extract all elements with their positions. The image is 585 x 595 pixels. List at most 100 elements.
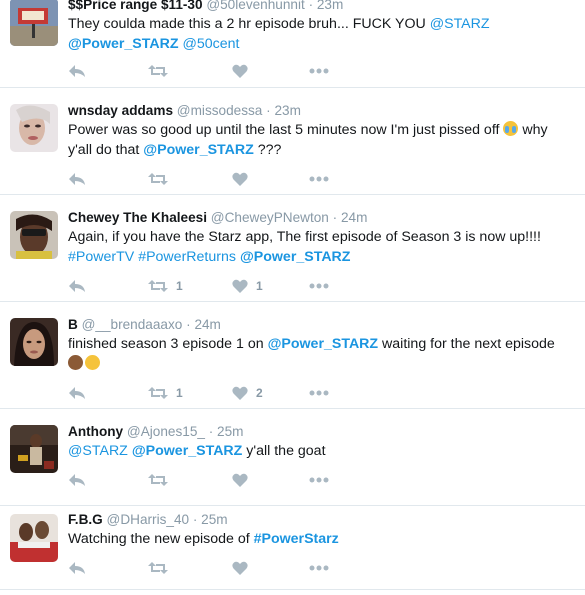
tweet-timestamp[interactable]: 25m: [217, 424, 243, 439]
retweet-icon: [148, 65, 168, 77]
hashtag-link[interactable]: #PowerReturns: [138, 249, 236, 265]
user-handle[interactable]: @missodessa: [177, 103, 263, 118]
mention-link[interactable]: @STARZ: [430, 16, 490, 32]
reply-button[interactable]: [68, 62, 86, 80]
tweet-text-segment: y'all do that: [68, 141, 144, 158]
hashtag-link[interactable]: #PowerStarz: [254, 531, 339, 547]
tweet-timestamp[interactable]: 23m: [274, 103, 300, 118]
avatar-image: [10, 0, 58, 46]
more-button[interactable]: [309, 62, 329, 80]
mention-link[interactable]: @Power_STARZ: [143, 142, 254, 158]
like-button[interactable]: [232, 62, 256, 80]
retweet-icon: [148, 387, 168, 399]
more-button[interactable]: [309, 384, 329, 402]
reply-button[interactable]: [68, 384, 86, 402]
tweet-item[interactable]: Chewey The Khaleesi @CheweyPNewton · 24m…: [0, 195, 585, 302]
tweet-item[interactable]: wnsday addams @missodessa · 23m Power wa…: [0, 88, 585, 195]
display-name[interactable]: Anthony: [68, 424, 123, 439]
display-name[interactable]: Chewey The Khaleesi: [68, 210, 207, 225]
avatar-image: [10, 104, 58, 152]
tweet-timestamp[interactable]: 24m: [341, 210, 367, 225]
tweet-text: Watching the new episode of #PowerStarz: [68, 530, 579, 550]
tweet-actions: 1 2: [68, 384, 368, 402]
more-button[interactable]: [309, 277, 329, 295]
display-name[interactable]: wnsday addams: [68, 103, 173, 118]
tweet-item[interactable]: $$Price range $11-30 @50levenhunnit · 23…: [0, 0, 585, 88]
like-button[interactable]: 2: [232, 384, 263, 402]
tweet-item[interactable]: B @__brendaaaxo · 24m finished season 3 …: [0, 302, 585, 409]
like-button[interactable]: [232, 170, 256, 188]
reply-button[interactable]: [68, 559, 86, 577]
mention-link[interactable]: @Power_STARZ: [240, 249, 351, 265]
retweet-icon: [148, 562, 168, 574]
retweet-button[interactable]: [148, 471, 176, 489]
heart-icon: [232, 473, 248, 487]
like-button[interactable]: [232, 559, 256, 577]
retweet-icon: [148, 173, 168, 185]
avatar-image: [10, 514, 58, 562]
separator-dot: ·: [192, 512, 198, 527]
tweet-timestamp[interactable]: 25m: [201, 512, 227, 527]
tweet-item[interactable]: Anthony @Ajones15_ · 25m @STARZ @Power_S…: [0, 409, 585, 506]
mention-link[interactable]: @Power_STARZ: [68, 36, 179, 52]
separator-dot: ·: [266, 103, 271, 118]
mention-link[interactable]: @50cent: [183, 36, 240, 52]
more-icon: [309, 283, 329, 289]
reply-button[interactable]: [68, 170, 86, 188]
retweet-icon: [148, 474, 168, 486]
reply-button[interactable]: [68, 277, 86, 295]
retweet-button[interactable]: 1: [148, 384, 183, 402]
crying-face-emoji: [503, 121, 519, 136]
tweet-text: Power was so good up until the last 5 mi…: [68, 121, 579, 160]
mention-link[interactable]: @Power_STARZ: [268, 336, 379, 352]
display-name[interactable]: $$Price range $11-30: [68, 0, 203, 12]
more-button[interactable]: [309, 559, 329, 577]
tweet-actions: [68, 471, 368, 489]
avatar[interactable]: [10, 425, 58, 473]
like-button[interactable]: [232, 471, 256, 489]
tweet-text: Again, if you have the Starz app, The fi…: [68, 228, 579, 267]
avatar[interactable]: [10, 318, 58, 366]
mention-link[interactable]: @STARZ: [68, 443, 128, 459]
user-handle[interactable]: @Ajones15_: [127, 424, 205, 439]
separator-dot: ·: [332, 210, 338, 225]
tweet-actions: [68, 62, 368, 80]
retweet-button[interactable]: [148, 559, 176, 577]
tweet-timestamp[interactable]: 24m: [194, 317, 220, 332]
avatar-image: [10, 318, 58, 366]
reply-button[interactable]: [68, 471, 86, 489]
more-icon: [309, 176, 329, 182]
avatar[interactable]: [10, 104, 58, 152]
heart-icon: [232, 64, 248, 78]
retweet-count: 1: [176, 386, 183, 400]
like-count: 2: [256, 386, 263, 400]
retweet-button[interactable]: [148, 170, 176, 188]
retweet-count: 1: [176, 279, 183, 293]
user-handle[interactable]: @DHarris_40: [107, 512, 190, 527]
display-name[interactable]: F.B.G: [68, 512, 103, 527]
display-name[interactable]: B: [68, 317, 78, 332]
tweet-timestamp[interactable]: 23m: [317, 0, 343, 12]
tweet-actions: 1 1: [68, 277, 368, 295]
reply-icon: [69, 173, 85, 185]
avatar[interactable]: [10, 211, 58, 259]
fist-emoji: [68, 354, 83, 370]
tweet-item[interactable]: F.B.G @DHarris_40 · 25m Watching the new…: [0, 506, 585, 590]
user-handle[interactable]: @__brendaaaxo: [82, 317, 183, 332]
tweet-text-segment: They coulda made this a 2 hr episode bru…: [68, 16, 430, 32]
like-button[interactable]: 1: [232, 277, 263, 295]
more-button[interactable]: [309, 170, 329, 188]
user-handle[interactable]: @CheweyPNewton: [211, 210, 329, 225]
more-icon: [309, 68, 329, 74]
tweet-actions: [68, 170, 368, 188]
user-handle[interactable]: @50levenhunnit: [206, 0, 304, 12]
retweet-button[interactable]: 1: [148, 277, 183, 295]
more-button[interactable]: [309, 471, 329, 489]
avatar-image: [10, 211, 58, 259]
hashtag-link[interactable]: #PowerTV: [68, 249, 134, 265]
tweet-text-segment: Again, if you have the Starz app, The fi…: [68, 229, 541, 245]
retweet-button[interactable]: [148, 62, 176, 80]
avatar[interactable]: [10, 0, 58, 46]
mention-link[interactable]: @Power_STARZ: [132, 443, 243, 459]
avatar[interactable]: [10, 514, 58, 562]
